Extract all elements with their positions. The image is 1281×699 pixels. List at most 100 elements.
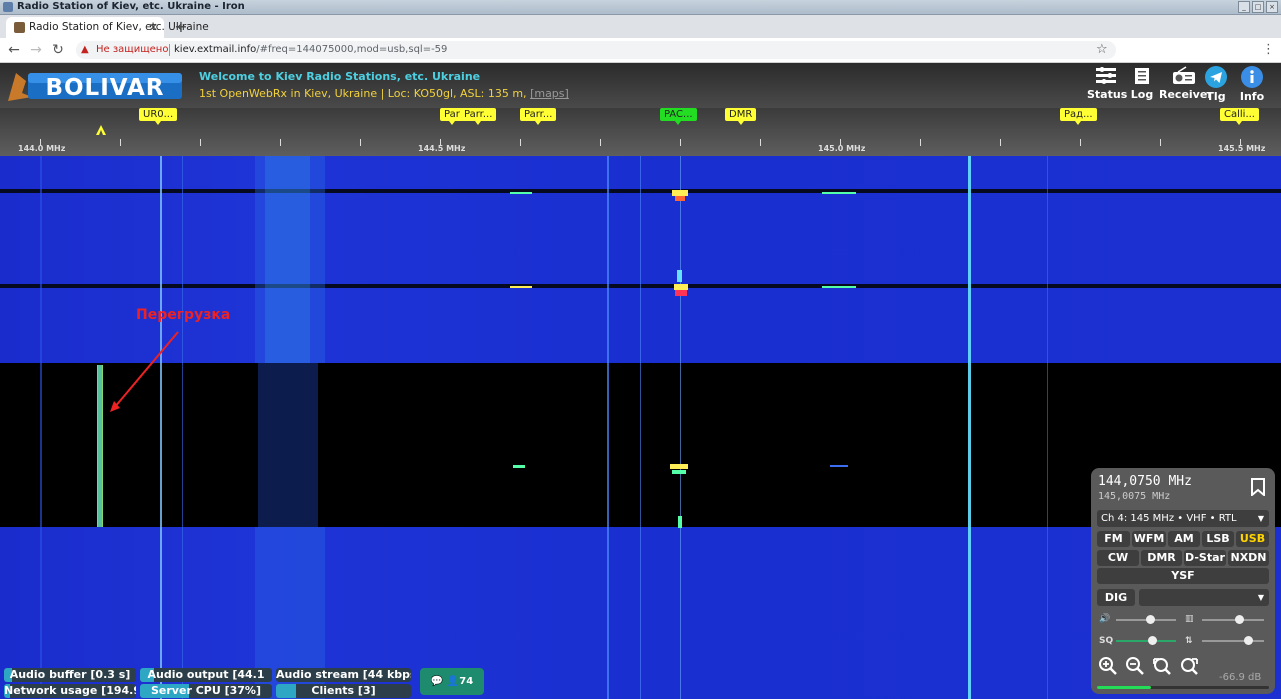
waterfall-display[interactable] (0, 156, 1281, 699)
scale-tick (360, 139, 361, 146)
security-label[interactable]: Не защищено (96, 41, 168, 59)
mode-lsb-button[interactable]: LSB (1202, 531, 1234, 547)
receiver-header: BOLIVAR Welcome to Kiev Radio Stations, … (0, 63, 1281, 108)
volume-slider[interactable] (1116, 615, 1176, 624)
bookmark-star-icon[interactable]: ☆ (1096, 38, 1108, 62)
server-cpu-label: Server CPU [37%] (151, 684, 261, 697)
digital-mode-select[interactable]: ▼ (1139, 589, 1269, 606)
maximize-icon[interactable]: □ (1252, 1, 1264, 13)
log-button[interactable]: Log (1129, 66, 1155, 101)
nr-slider[interactable] (1202, 615, 1264, 624)
forward-icon[interactable]: → (26, 40, 46, 60)
chat-button[interactable]: 💬 👤74 (420, 668, 484, 695)
info-label: Info (1239, 90, 1265, 103)
back-icon[interactable]: ← (4, 40, 24, 60)
scale-tick (520, 139, 521, 146)
zoom-full-icon[interactable] (1178, 656, 1200, 676)
overload-annotation: Перегрузка (136, 307, 231, 323)
receiver-icon (1173, 66, 1195, 84)
mode-dstar-button[interactable]: D-Star (1184, 550, 1226, 566)
server-cpu-bar: Server CPU [37%] (140, 684, 272, 698)
mode-am-button[interactable]: AM (1168, 531, 1200, 547)
tab-strip: Radio Station of Kiev, etc. Ukraine ✕ + (0, 15, 1281, 38)
browser-tab[interactable]: Radio Station of Kiev, etc. Ukraine ✕ (6, 17, 209, 38)
address-separator (169, 44, 170, 56)
clients-label: Clients [3] (311, 684, 376, 697)
receiver-button[interactable]: Receiver (1159, 66, 1213, 101)
bookmark-parr-1[interactable]: Parr... (460, 108, 497, 125)
s-meter-fill (1097, 686, 1151, 689)
maps-link[interactable]: [maps] (530, 87, 569, 100)
status-button[interactable]: Status (1087, 66, 1127, 101)
scale-tick (280, 139, 281, 146)
volume-knob[interactable] (1146, 615, 1155, 624)
status-icon (1096, 67, 1116, 84)
mode-nxdn-button[interactable]: NXDN (1228, 550, 1269, 566)
info-button[interactable]: Info (1238, 66, 1266, 103)
warning-icon[interactable]: ▲ (81, 44, 89, 55)
audio-stream-bar: Audio stream [44 kbps] (276, 668, 411, 682)
clients-bar: Clients [3] (276, 684, 411, 698)
agc-knob[interactable] (1244, 636, 1253, 645)
receiver-location: 1st OpenWebRx in Kiev, Ukraine | Loc: KO… (199, 87, 531, 100)
bookmark-rad[interactable]: Рад... (1060, 108, 1097, 125)
scale-tick (1080, 139, 1081, 146)
window-controls: _ □ × (1238, 1, 1278, 13)
menu-icon[interactable]: ⋮ (1262, 38, 1275, 62)
scale-tick (760, 139, 761, 146)
log-label: Log (1130, 88, 1154, 101)
info-icon (1241, 66, 1263, 88)
audio-buffer-label: Audio buffer [0.3 s] (9, 668, 131, 681)
telegram-icon (1205, 66, 1227, 88)
bookmark-calli[interactable]: Calli... (1220, 108, 1259, 125)
channel-value: Ch 4: 145 MHz • VHF • RTL (1101, 513, 1237, 524)
channel-select[interactable]: Ch 4: 145 MHz • VHF • RTL ▼ (1097, 510, 1269, 527)
telegram-button[interactable]: Tlg (1203, 66, 1229, 103)
bookmark-icon[interactable] (1251, 478, 1265, 496)
sub-frequency-display: 145,0075 MHz (1098, 491, 1171, 502)
dig-button[interactable]: DIG (1097, 589, 1135, 606)
frequency-display[interactable]: 144,0750 MHz (1098, 474, 1192, 489)
tab-close-icon[interactable]: ✕ (149, 17, 158, 38)
frequency-scale[interactable]: UR0... Par Parr... Parr... PAC... DMR Ра… (0, 108, 1281, 156)
favicon-icon (14, 22, 25, 33)
browser-toolbar: ← → ↻ ▲ Не защищено kiev.extmail.info/#f… (0, 38, 1281, 63)
zoom-out-icon[interactable] (1124, 656, 1146, 676)
nr-knob[interactable] (1235, 615, 1244, 624)
zoom-reset-icon[interactable] (1151, 656, 1173, 676)
agc-icon: ⇅ (1185, 636, 1193, 646)
squelch-knob[interactable] (1148, 636, 1157, 645)
minimize-icon[interactable]: _ (1238, 1, 1250, 13)
mode-ysf-button[interactable]: YSF (1097, 568, 1269, 584)
close-window-icon[interactable]: × (1266, 1, 1278, 13)
receiver-panel: 144,0750 MHz 145,0075 MHz Ch 4: 145 MHz … (1091, 468, 1275, 694)
agc-slider[interactable] (1202, 636, 1264, 645)
mode-wfm-button[interactable]: WFM (1132, 531, 1166, 547)
bookmark-ur0[interactable]: UR0... (139, 108, 178, 125)
window-titlebar: Radio Station of Kiev, etc. Ukraine - Ir… (0, 0, 1281, 15)
tuning-marker-icon[interactable] (94, 125, 108, 135)
mode-fm-button[interactable]: FM (1097, 531, 1130, 547)
bookmark-parr-2[interactable]: Parr... (520, 108, 557, 125)
bookmark-dmr[interactable]: DMR (725, 108, 757, 125)
bookmark-pac[interactable]: PAC... (660, 108, 697, 125)
audio-stream-label: Audio stream [44 kbps] (276, 668, 411, 681)
scale-tick (1160, 139, 1161, 146)
app-icon (3, 2, 13, 12)
mode-dmr-button[interactable]: DMR (1141, 550, 1182, 566)
mode-cw-button[interactable]: CW (1097, 550, 1139, 566)
welcome-title: Welcome to Kiev Radio Stations, etc. Ukr… (199, 70, 481, 83)
mode-usb-button[interactable]: USB (1236, 531, 1269, 547)
users-icon: 👤 (446, 676, 460, 687)
squelch-slider[interactable] (1116, 636, 1176, 645)
new-tab-button[interactable]: + (172, 17, 190, 37)
address-bar[interactable]: ▲ Не защищено kiev.extmail.info/#freq=14… (76, 41, 1116, 59)
squelch-label: SQ (1099, 636, 1114, 646)
reload-icon[interactable]: ↻ (48, 40, 68, 60)
scale-tick (1000, 139, 1001, 146)
zoom-in-icon[interactable] (1097, 656, 1119, 676)
network-usage-label: Network usage [194.9 (4, 684, 136, 697)
url-text[interactable]: kiev.extmail.info/#freq=144075000,mod=us… (174, 41, 447, 59)
svg-text:BOLIVAR: BOLIVAR (45, 75, 164, 101)
audio-buffer-bar: Audio buffer [0.3 s] (4, 668, 136, 682)
